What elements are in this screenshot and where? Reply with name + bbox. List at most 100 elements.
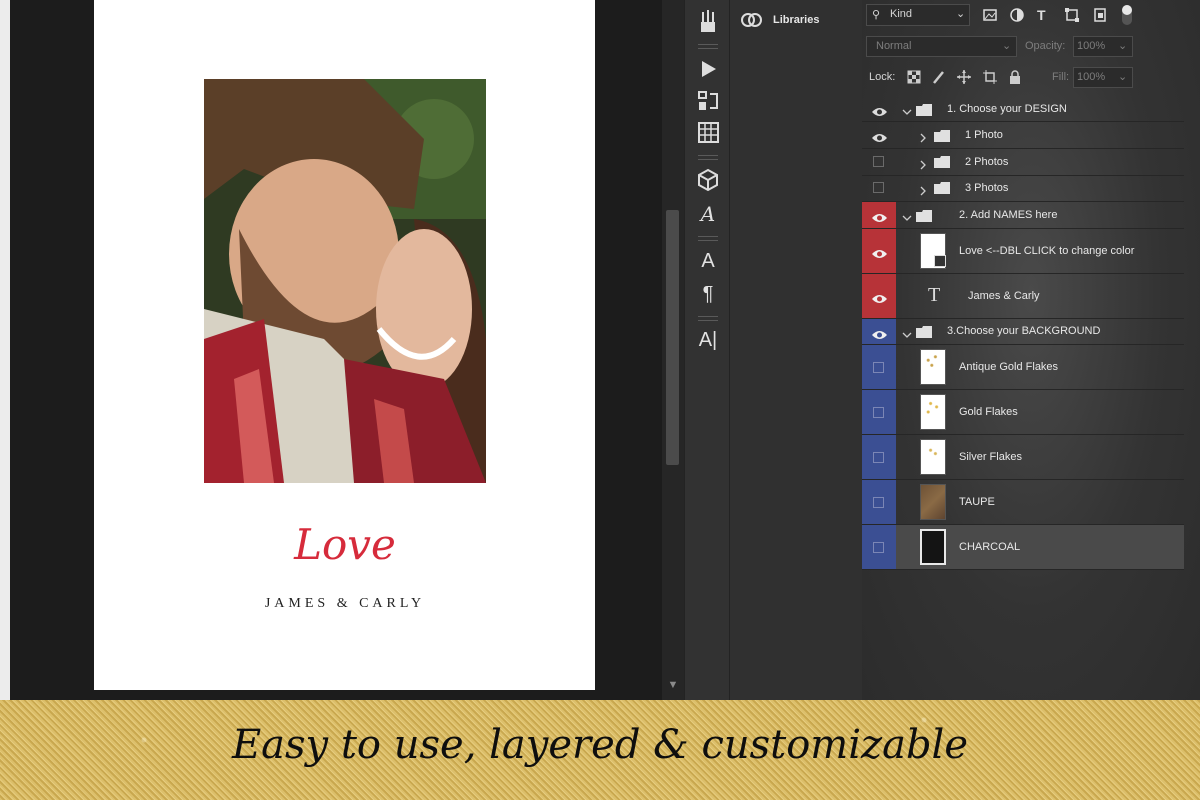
layer-name: 2 Photos xyxy=(965,156,1009,168)
chevron-down-icon: ⌄ xyxy=(956,8,966,20)
layer-row-group[interactable]: 3 Photos xyxy=(862,176,1184,202)
visibility-toggle[interactable] xyxy=(862,435,896,479)
layer-row-image[interactable]: Antique Gold Flakes xyxy=(862,345,1184,390)
lock-position-icon[interactable] xyxy=(956,69,972,85)
character-icon[interactable]: A| xyxy=(693,327,723,353)
layer-row-group[interactable]: 2 Photos xyxy=(862,149,1184,176)
visibility-box xyxy=(873,497,884,508)
layer-row-shape[interactable]: Love <--DBL CLICK to change color xyxy=(862,229,1184,274)
lock-artboard-icon[interactable] xyxy=(982,69,998,85)
layer-row-group[interactable]: 1. Choose your DESIGN xyxy=(862,96,1184,122)
layer-thumbnail xyxy=(920,529,946,565)
banner-caption: Easy to use, layered & customizable xyxy=(231,722,969,768)
filter-kind-label: Kind xyxy=(890,8,913,20)
layer-name: 1. Choose your DESIGN xyxy=(947,103,1067,115)
paragraph-icon[interactable]: ¶ xyxy=(693,281,723,307)
folder-icon xyxy=(916,325,932,338)
libraries-icon[interactable] xyxy=(740,11,764,29)
chevron-right-icon[interactable] xyxy=(918,183,928,196)
scrollbar-thumb[interactable] xyxy=(666,210,679,465)
shape-badge-icon xyxy=(934,255,946,267)
visibility-box xyxy=(873,362,884,373)
scroll-down-arrow-icon[interactable]: ▼ xyxy=(662,676,684,694)
visibility-toggle[interactable] xyxy=(862,390,896,434)
panel-grip[interactable] xyxy=(698,155,718,160)
visibility-box xyxy=(873,156,884,167)
lock-transparent-pixels-icon[interactable] xyxy=(906,69,922,85)
folder-icon xyxy=(916,209,932,222)
chevron-right-icon[interactable] xyxy=(918,157,928,170)
text-layer-icon: T xyxy=(928,284,941,306)
3d-cube-icon[interactable] xyxy=(693,167,723,193)
visibility-toggle[interactable] xyxy=(862,202,896,228)
grid-icon[interactable] xyxy=(693,120,723,146)
lock-image-pixels-icon[interactable] xyxy=(931,69,947,85)
history-icon[interactable] xyxy=(693,88,723,114)
libraries-label[interactable]: Libraries xyxy=(773,14,819,26)
type-filter-icon[interactable]: T xyxy=(1037,7,1053,23)
shape-filter-icon[interactable] xyxy=(1064,7,1080,23)
chevron-down-icon[interactable] xyxy=(902,327,912,338)
visibility-toggle[interactable] xyxy=(862,149,896,175)
visibility-box xyxy=(873,452,884,463)
eye-icon xyxy=(872,210,887,222)
panel-grip[interactable] xyxy=(698,316,718,321)
visibility-toggle[interactable] xyxy=(862,345,896,389)
layer-name: TAUPE xyxy=(959,496,995,508)
layer-row-image[interactable]: Gold Flakes xyxy=(862,390,1184,435)
eye-icon xyxy=(872,104,887,116)
search-icon: ⚲ xyxy=(872,9,881,21)
layer-row-text[interactable]: T James & Carly xyxy=(862,274,1184,319)
layer-name: Gold Flakes xyxy=(959,406,1018,418)
visibility-toggle[interactable] xyxy=(862,525,896,569)
smart-object-filter-icon[interactable] xyxy=(1092,7,1108,23)
visibility-toggle[interactable] xyxy=(862,176,896,201)
filter-kind-select[interactable] xyxy=(866,4,970,26)
layer-thumbnail xyxy=(920,484,946,520)
libraries-panel xyxy=(730,0,862,700)
layer-row-group[interactable]: 2. Add NAMES here xyxy=(862,202,1184,229)
layer-name: 1 Photo xyxy=(965,129,1003,141)
layer-row-image[interactable]: CHARCOAL xyxy=(862,525,1184,570)
visibility-toggle[interactable] xyxy=(862,229,896,273)
visibility-toggle[interactable] xyxy=(862,480,896,524)
couple-photo xyxy=(204,79,486,483)
layer-row-image[interactable]: TAUPE xyxy=(862,480,1184,525)
layer-row-image[interactable]: Silver Flakes xyxy=(862,435,1184,480)
eye-icon xyxy=(872,291,887,303)
glyphs-icon[interactable]: A xyxy=(693,201,723,227)
layer-thumbnail xyxy=(920,394,946,430)
brush-settings-icon[interactable] xyxy=(693,8,723,34)
visibility-box xyxy=(873,182,884,193)
visibility-toggle[interactable] xyxy=(862,319,896,344)
layer-name: 3.Choose your BACKGROUND xyxy=(947,325,1101,337)
lock-all-icon[interactable] xyxy=(1007,69,1023,85)
lock-label: Lock: xyxy=(869,71,896,83)
visibility-toggle[interactable] xyxy=(862,122,896,148)
panel-grip[interactable] xyxy=(698,236,718,241)
window-edge xyxy=(0,0,10,700)
chevron-down-icon[interactable] xyxy=(902,210,912,221)
layer-name: 2. Add NAMES here xyxy=(959,209,1058,221)
panel-tools-column: A A ¶ A| xyxy=(684,0,730,700)
play-icon[interactable] xyxy=(693,56,723,82)
layer-row-group[interactable]: 1 Photo xyxy=(862,122,1184,149)
opacity-value: 100% xyxy=(1077,40,1106,52)
visibility-toggle[interactable] xyxy=(862,274,896,318)
filter-toggle[interactable] xyxy=(1122,5,1132,25)
eye-icon xyxy=(872,246,887,258)
fill-value: 100% xyxy=(1077,71,1106,83)
panel-grip[interactable] xyxy=(698,44,718,49)
layer-name: James & Carly xyxy=(968,290,1040,302)
adjustment-filter-icon[interactable] xyxy=(1009,7,1025,23)
visibility-box xyxy=(873,407,884,418)
chevron-down-icon[interactable] xyxy=(902,104,912,115)
character-styles-icon[interactable]: A xyxy=(693,248,723,274)
layer-name: 3 Photos xyxy=(965,182,1009,194)
chevron-right-icon[interactable] xyxy=(918,130,928,143)
layer-thumbnail xyxy=(920,439,946,475)
layer-row-group[interactable]: 3.Choose your BACKGROUND xyxy=(862,319,1184,345)
layer-name: CHARCOAL xyxy=(959,541,1021,553)
pixel-filter-icon[interactable] xyxy=(982,7,998,23)
visibility-toggle[interactable] xyxy=(862,96,896,121)
